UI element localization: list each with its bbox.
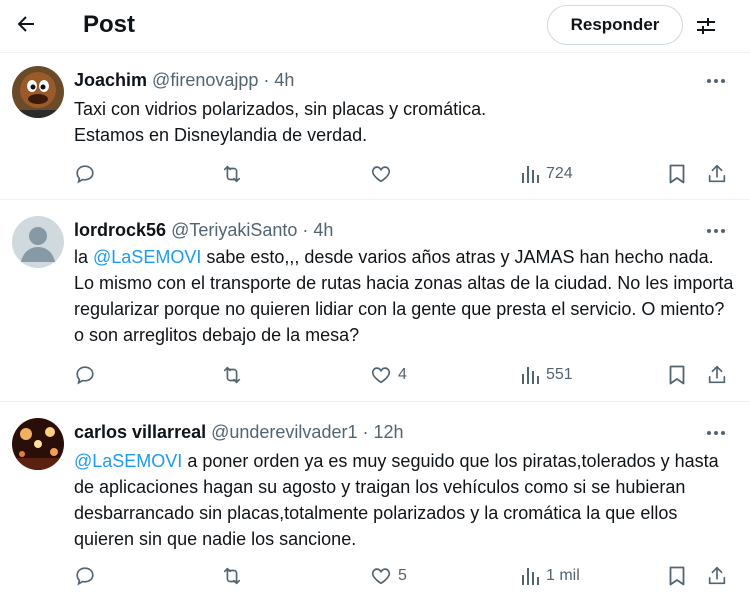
bookmark-action[interactable]	[667, 160, 687, 188]
bookmark-action[interactable]	[667, 562, 687, 590]
mention-link[interactable]: @LaSEMOVI	[93, 247, 201, 267]
reply-tweet[interactable]: Joachim @firenovajpp · 4h Taxi con vidri…	[0, 53, 750, 200]
tweet-text-segment: la	[74, 247, 94, 267]
author-handle[interactable]: @underevilvader1	[211, 422, 357, 442]
more-dots-icon	[707, 229, 725, 233]
views-action[interactable]: 724	[520, 160, 573, 188]
tweet-text-line: Estamos en Disneylandia de verdad.	[74, 125, 368, 145]
like-count: 5	[398, 567, 407, 584]
separator-dot: ·	[263, 70, 270, 90]
comment-icon	[76, 567, 94, 586]
reply-action[interactable]	[74, 361, 102, 389]
separator-dot: ·	[302, 220, 309, 240]
author-name[interactable]: carlos villarreal	[74, 422, 206, 442]
bookmark-icon	[669, 566, 685, 586]
tweet-text: Taxi con vidrios polarizados, sin placas…	[74, 96, 734, 148]
comment-icon	[76, 165, 94, 184]
author-handle[interactable]: @firenovajpp	[152, 70, 258, 90]
like-action[interactable]	[370, 160, 398, 188]
tweet-header: lordrock56 @TeriyakiSanto · 4h	[74, 218, 333, 242]
timestamp[interactable]: 12h	[374, 422, 404, 442]
views-chart-icon	[522, 367, 539, 384]
more-dots-icon	[707, 431, 725, 435]
reply-button[interactable]: Responder	[547, 5, 683, 45]
bookmark-icon	[669, 164, 685, 184]
like-action[interactable]: 4	[370, 361, 407, 389]
author-name[interactable]: lordrock56	[74, 220, 166, 240]
bookmark-icon	[669, 365, 685, 385]
reply-tweet[interactable]: lordrock56 @TeriyakiSanto · 4h la @LaSEM…	[0, 201, 750, 402]
more-options-button[interactable]	[700, 421, 732, 445]
repost-action[interactable]	[220, 160, 250, 188]
page-title: Post	[83, 11, 136, 38]
repost-icon	[223, 165, 241, 183]
views-count: 724	[546, 165, 573, 182]
repost-icon	[223, 366, 241, 384]
action-bar: 724	[0, 160, 750, 188]
action-bar: 5 1 mil	[0, 562, 750, 590]
like-count: 4	[398, 366, 407, 383]
avatar[interactable]	[12, 66, 64, 118]
arrow-left-icon	[17, 16, 34, 32]
share-action[interactable]	[706, 361, 728, 389]
header-bar: Post Responder	[0, 0, 750, 52]
back-button[interactable]	[12, 10, 40, 38]
avatar[interactable]	[12, 216, 64, 268]
views-action[interactable]: 551	[520, 361, 573, 389]
more-options-button[interactable]	[700, 69, 732, 93]
more-dots-icon	[707, 79, 725, 83]
more-options-button[interactable]	[700, 219, 732, 243]
bookmark-action[interactable]	[667, 361, 687, 389]
heart-icon	[371, 166, 391, 183]
share-icon	[708, 365, 726, 384]
repost-action[interactable]	[220, 562, 250, 590]
views-count: 551	[546, 366, 573, 383]
repost-action[interactable]	[220, 361, 250, 389]
share-action[interactable]	[706, 160, 728, 188]
reply-action[interactable]	[74, 160, 102, 188]
reply-tweet[interactable]: carlos villarreal @underevilvader1 · 12h…	[0, 403, 750, 594]
tweet-text: la @LaSEMOVI sabe esto,,, desde varios a…	[74, 244, 734, 348]
share-icon	[708, 566, 726, 585]
timestamp[interactable]: 4h	[313, 220, 333, 240]
comment-icon	[76, 366, 94, 385]
heart-icon	[371, 367, 391, 384]
tweet-text: @LaSEMOVI a poner orden ya es muy seguid…	[74, 448, 734, 552]
views-chart-icon	[522, 166, 539, 183]
views-chart-icon	[522, 568, 539, 585]
author-handle[interactable]: @TeriyakiSanto	[171, 220, 297, 240]
action-bar: 4 551	[0, 361, 750, 389]
heart-icon	[371, 568, 391, 585]
tweet-header: Joachim @firenovajpp · 4h	[74, 68, 294, 92]
repost-icon	[223, 567, 241, 585]
settings-button[interactable]	[692, 12, 720, 40]
tweet-header: carlos villarreal @underevilvader1 · 12h	[74, 420, 404, 444]
share-action[interactable]	[706, 562, 728, 590]
avatar[interactable]	[12, 418, 64, 470]
reply-action[interactable]	[74, 562, 102, 590]
timestamp[interactable]: 4h	[274, 70, 294, 90]
like-action[interactable]: 5	[370, 562, 407, 590]
separator-dot: ·	[362, 422, 369, 442]
author-name[interactable]: Joachim	[74, 70, 147, 90]
views-action[interactable]: 1 mil	[520, 562, 580, 590]
views-count: 1 mil	[546, 567, 580, 584]
tweet-text-line: Taxi con vidrios polarizados, sin placas…	[74, 99, 487, 119]
mention-link[interactable]: @LaSEMOVI	[74, 451, 182, 471]
sliders-icon	[697, 18, 715, 34]
share-icon	[708, 164, 726, 183]
